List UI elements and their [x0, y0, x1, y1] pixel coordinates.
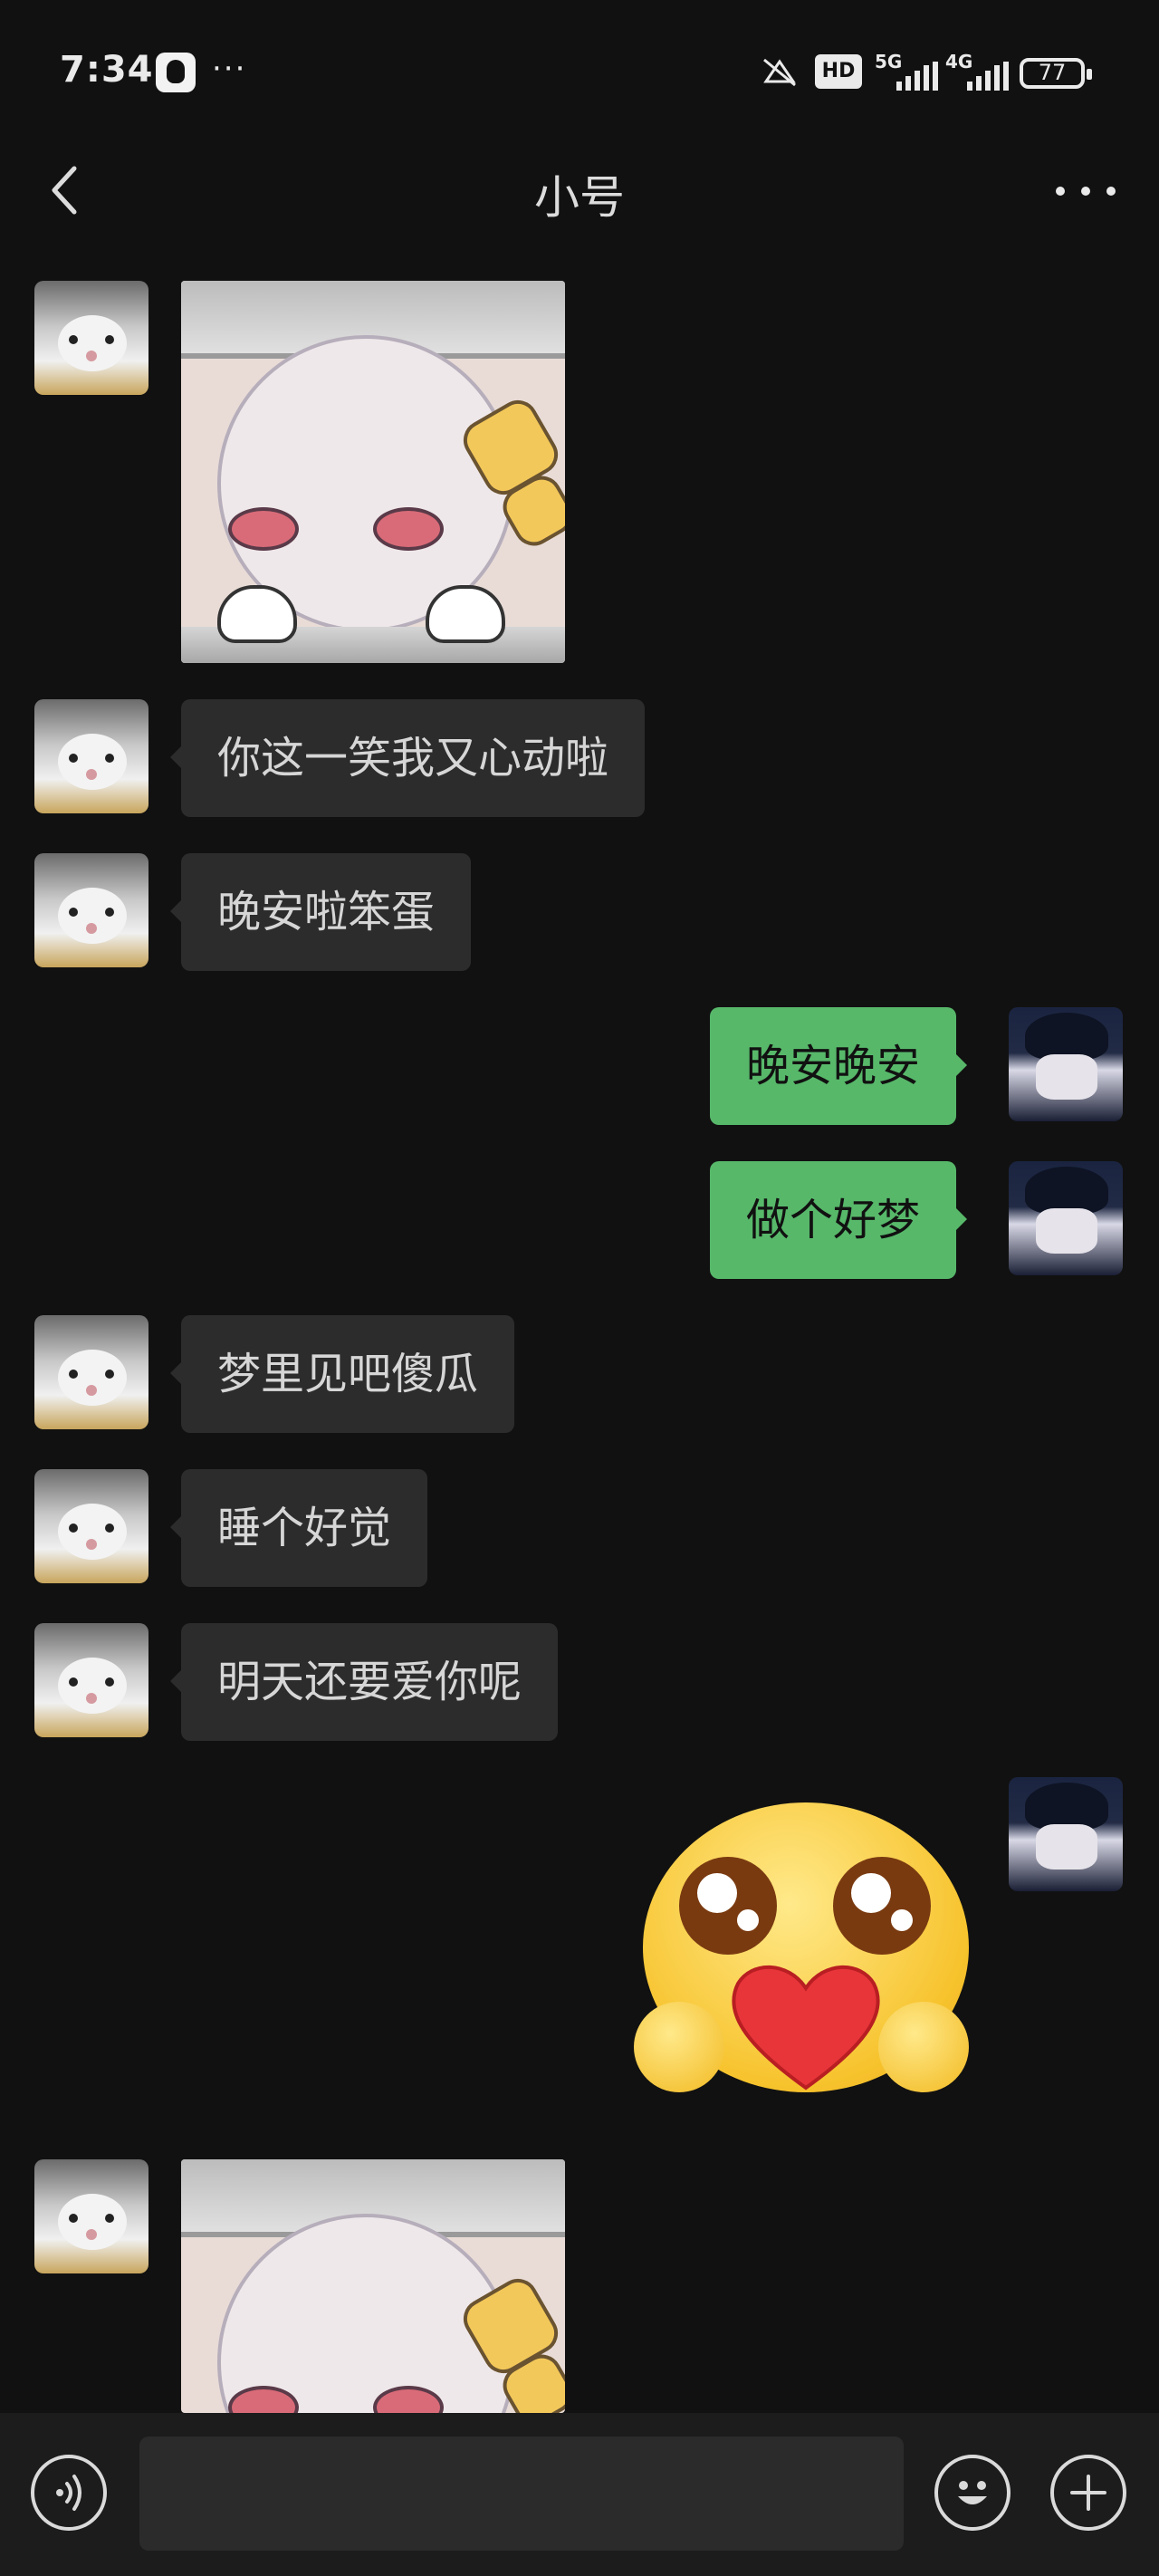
mute-vibrate-icon: [763, 58, 796, 87]
4g-signal-icon: 4G: [945, 51, 1012, 91]
voice-input-button[interactable]: [31, 2455, 107, 2531]
contact-avatar[interactable]: [34, 1315, 148, 1429]
hd-icon: HD: [815, 54, 862, 89]
plus-icon: [1070, 2475, 1106, 2511]
contact-avatar[interactable]: [34, 699, 148, 813]
message-bubble[interactable]: 做个好梦: [710, 1161, 968, 1279]
chat-title: 小号: [534, 171, 625, 224]
more-notifications-icon: ···: [212, 51, 247, 87]
message-bubble[interactable]: 晚安晚安: [710, 1007, 968, 1125]
my-avatar[interactable]: [1009, 1161, 1123, 1275]
anime-sticker-image[interactable]: [181, 2159, 565, 2413]
message-bubble[interactable]: 你这一笑我又心动啦: [169, 699, 646, 817]
contact-avatar[interactable]: [34, 2159, 148, 2273]
status-time: 7:34: [60, 49, 154, 91]
message-bubble[interactable]: 梦里见吧傻瓜: [169, 1315, 515, 1433]
contact-avatar[interactable]: [34, 853, 148, 967]
contact-avatar[interactable]: [34, 281, 148, 395]
message-bubble[interactable]: 睡个好觉: [169, 1469, 428, 1587]
contact-avatar[interactable]: [34, 1469, 148, 1583]
status-bar: 7:34 ··· HD 5G 4G 77: [0, 0, 1159, 145]
contact-avatar[interactable]: [34, 1623, 148, 1737]
battery-level: 77: [1038, 60, 1067, 85]
emoji-button[interactable]: [934, 2455, 1011, 2531]
heart-emoji-sticker[interactable]: [634, 1802, 978, 2101]
qq-notification-icon: [156, 53, 196, 92]
battery-icon: 77: [1020, 58, 1092, 89]
my-avatar[interactable]: [1009, 1007, 1123, 1121]
chat-input-bar: [0, 2413, 1159, 2576]
more-actions-button[interactable]: [1050, 2455, 1126, 2531]
voice-wave-icon: [56, 2475, 81, 2511]
message-bubble[interactable]: 明天还要爱你呢: [169, 1623, 559, 1741]
chat-header: 小号: [0, 145, 1159, 235]
more-options-icon[interactable]: [1050, 168, 1123, 214]
my-avatar[interactable]: [1009, 1777, 1123, 1891]
anime-sticker-image[interactable]: [181, 281, 565, 663]
5g-signal-icon: 5G: [875, 51, 942, 91]
message-bubble[interactable]: 晚安啦笨蛋: [169, 853, 472, 971]
message-input[interactable]: [139, 2437, 904, 2551]
smiley-icon: [958, 2481, 987, 2504]
